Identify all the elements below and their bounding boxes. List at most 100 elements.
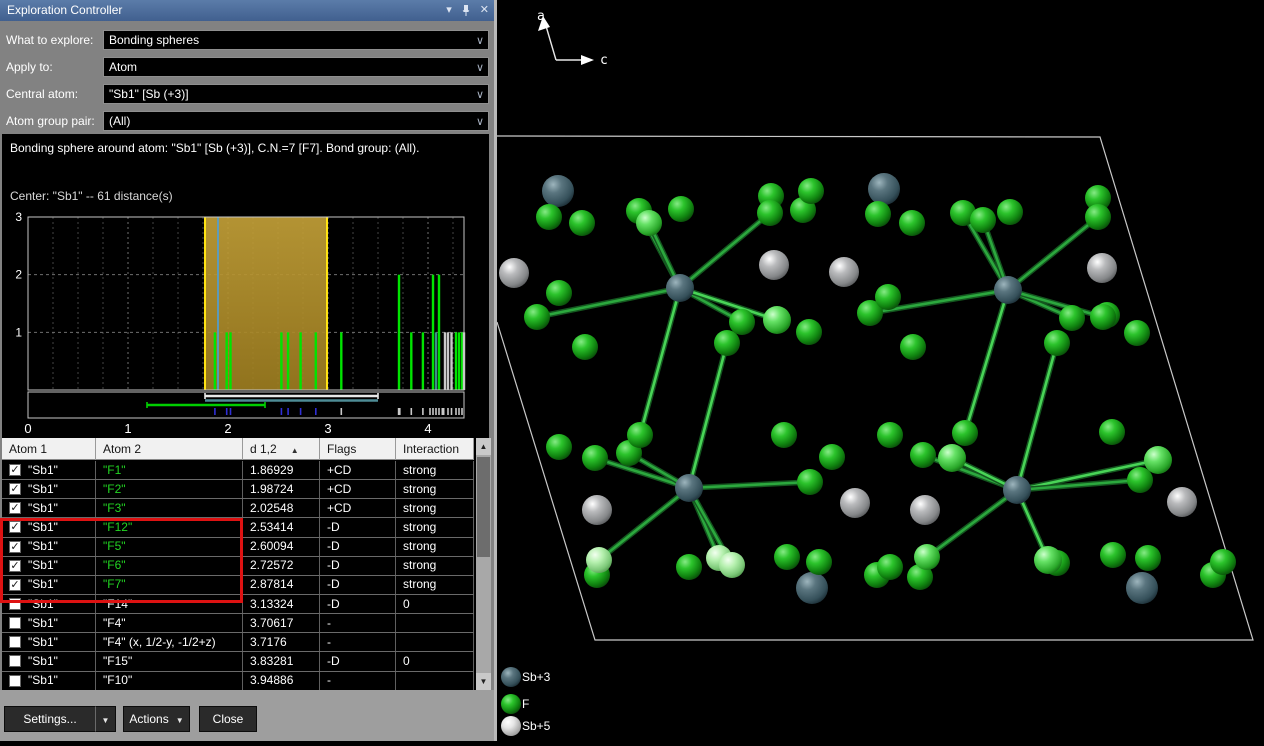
row-checkbox[interactable] [9, 655, 21, 667]
f-atom[interactable] [910, 442, 936, 468]
column-header-atom-1[interactable]: Atom 1 [2, 438, 96, 460]
scrollbar-thumb[interactable] [477, 457, 490, 557]
row-checkbox[interactable] [9, 636, 21, 648]
sb5-atom[interactable] [829, 257, 859, 287]
table-row[interactable]: ✓"Sb1""F3"2.02548+CDstrong [2, 499, 474, 518]
sb5-atom[interactable] [910, 495, 940, 525]
scroll-up-icon[interactable]: ▲ [476, 438, 491, 455]
f-atom[interactable] [806, 549, 832, 575]
f-atom[interactable] [865, 201, 891, 227]
f-atom[interactable] [757, 200, 783, 226]
f-atom[interactable] [668, 196, 694, 222]
sb3-atom[interactable] [666, 274, 694, 302]
f-atom[interactable] [569, 210, 595, 236]
f-atom[interactable] [524, 304, 550, 330]
column-header-interaction[interactable]: Interaction [396, 438, 474, 460]
f-atom[interactable] [899, 210, 925, 236]
table-scrollbar[interactable]: ▲ ▼ [476, 438, 491, 690]
f-atom[interactable] [1085, 204, 1111, 230]
f-atom[interactable] [797, 469, 823, 495]
sb3-atom[interactable] [542, 175, 574, 207]
f-atom[interactable] [796, 319, 822, 345]
f-atom[interactable] [875, 284, 901, 310]
row-checkbox[interactable]: ✓ [9, 541, 21, 553]
table-row[interactable]: ✓"Sb1""F2"1.98724+CDstrong [2, 480, 474, 499]
f-atom[interactable] [627, 422, 653, 448]
combo-box[interactable]: (All)∨ [103, 111, 489, 131]
fp-atom[interactable] [719, 552, 745, 578]
close-icon[interactable]: ✕ [480, 0, 489, 21]
sb3-atom[interactable] [675, 474, 703, 502]
titlebar-dropdown-icon[interactable]: ▾ [446, 0, 452, 21]
row-checkbox[interactable]: ✓ [9, 579, 21, 591]
combo-box[interactable]: "Sb1" [Sb (+3)]∨ [103, 84, 489, 104]
f-atom[interactable] [546, 434, 572, 460]
f-atom[interactable] [1099, 419, 1125, 445]
sb3-atom[interactable] [1126, 572, 1158, 604]
f-atom[interactable] [771, 422, 797, 448]
table-row[interactable]: ✓"Sb1""F1"1.86929+CDstrong [2, 461, 474, 480]
f-atom[interactable] [997, 199, 1023, 225]
close-button[interactable]: Close [199, 706, 257, 732]
column-header-atom-2[interactable]: Atom 2 [96, 438, 243, 460]
fb-atom[interactable] [636, 210, 662, 236]
f-atom[interactable] [877, 554, 903, 580]
settings-dropdown-button[interactable]: ▼ [95, 706, 116, 732]
row-checkbox[interactable] [9, 675, 21, 687]
sb3-atom[interactable] [994, 276, 1022, 304]
table-row[interactable]: ✓"Sb1""F12"2.53414-Dstrong [2, 518, 474, 537]
sb3-atom[interactable] [868, 173, 900, 205]
settings-button[interactable]: Settings... [4, 706, 95, 732]
f-atom[interactable] [536, 204, 562, 230]
sb5-atom[interactable] [1087, 253, 1117, 283]
f-atom[interactable] [676, 554, 702, 580]
sb3-atom[interactable] [796, 572, 828, 604]
table-row[interactable]: "Sb1""F10"3.94886- [2, 672, 474, 691]
f-atom[interactable] [1059, 305, 1085, 331]
f-atom[interactable] [546, 280, 572, 306]
column-header-d-1-2[interactable]: d 1,2▲ [243, 438, 320, 460]
f-atom[interactable] [714, 330, 740, 356]
sb3-atom[interactable] [1003, 476, 1031, 504]
f-atom[interactable] [582, 445, 608, 471]
f-atom[interactable] [1135, 545, 1161, 571]
fb-atom[interactable] [763, 306, 791, 334]
table-row[interactable]: "Sb1""F4"3.70617- [2, 614, 474, 633]
fp-atom[interactable] [586, 547, 612, 573]
table-row[interactable]: "Sb1""F14"3.13324-D0 [2, 595, 474, 614]
f-atom[interactable] [970, 207, 996, 233]
row-checkbox[interactable]: ✓ [9, 560, 21, 572]
f-atom[interactable] [774, 544, 800, 570]
row-checkbox[interactable] [9, 617, 21, 629]
combo-box[interactable]: Bonding spheres∨ [103, 30, 489, 50]
f-atom[interactable] [1210, 549, 1236, 575]
table-row[interactable]: ✓"Sb1""F5"2.60094-Dstrong [2, 538, 474, 557]
f-atom[interactable] [1044, 330, 1070, 356]
crystal-structure-view[interactable]: ac Sb+3FSb+5 [497, 0, 1264, 741]
f-atom[interactable] [1127, 467, 1153, 493]
sb5-atom[interactable] [840, 488, 870, 518]
column-header-flags[interactable]: Flags [320, 438, 396, 460]
row-checkbox[interactable]: ✓ [9, 502, 21, 514]
row-checkbox[interactable]: ✓ [9, 521, 21, 533]
f-atom[interactable] [798, 178, 824, 204]
sb5-atom[interactable] [1167, 487, 1197, 517]
structure-viewport[interactable]: ac Sb+3FSb+5 [497, 0, 1264, 741]
fb-atom[interactable] [914, 544, 940, 570]
distance-histogram[interactable]: 12301234 [2, 134, 489, 438]
f-atom[interactable] [952, 420, 978, 446]
sb5-atom[interactable] [582, 495, 612, 525]
fb-atom[interactable] [938, 444, 966, 472]
table-row[interactable]: ✓"Sb1""F6"2.72572-Dstrong [2, 557, 474, 576]
row-checkbox[interactable] [9, 598, 21, 610]
fb-atom[interactable] [1034, 546, 1062, 574]
combo-box[interactable]: Atom∨ [103, 57, 489, 77]
f-atom[interactable] [1124, 320, 1150, 346]
table-row[interactable]: "Sb1""F4" (x, 1/2-y, -1/2+z)3.7176- [2, 633, 474, 652]
fb-atom[interactable] [1144, 446, 1172, 474]
sb5-atom[interactable] [759, 250, 789, 280]
f-atom[interactable] [900, 334, 926, 360]
f-atom[interactable] [1100, 542, 1126, 568]
actions-button[interactable]: Actions▼ [123, 706, 190, 732]
row-checkbox[interactable]: ✓ [9, 483, 21, 495]
